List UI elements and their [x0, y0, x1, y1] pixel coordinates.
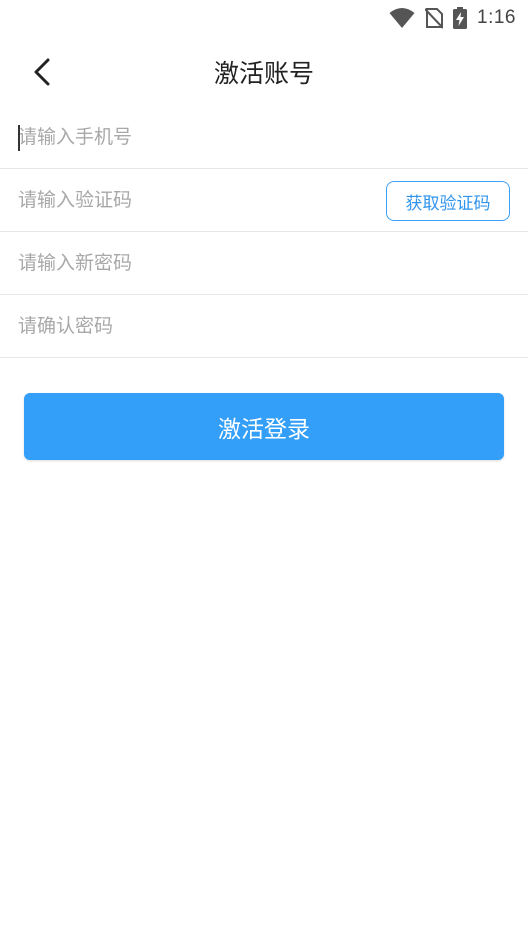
new-password-input[interactable]: [18, 232, 358, 294]
battery-charging-icon: [453, 7, 468, 29]
activation-form: 获取验证码: [0, 106, 528, 358]
status-icons: 1:16: [389, 5, 516, 31]
text-cursor: [18, 125, 20, 151]
status-time: 1:16: [477, 7, 516, 28]
status-bar: 1:16: [0, 0, 528, 36]
verification-code-input[interactable]: [18, 169, 358, 231]
confirm-password-row: [0, 295, 528, 358]
get-code-button[interactable]: 获取验证码: [386, 181, 510, 221]
no-sim-icon: [425, 8, 444, 29]
app-bar: 激活账号: [0, 36, 528, 106]
confirm-password-input[interactable]: [18, 295, 358, 357]
activate-login-button[interactable]: 激活登录: [24, 393, 504, 460]
new-password-row: [0, 232, 528, 295]
phone-input[interactable]: [18, 106, 358, 168]
page-title: 激活账号: [213, 59, 314, 88]
wifi-icon: [389, 8, 415, 28]
phone-row: [0, 106, 528, 169]
code-row: 获取验证码: [0, 169, 528, 232]
